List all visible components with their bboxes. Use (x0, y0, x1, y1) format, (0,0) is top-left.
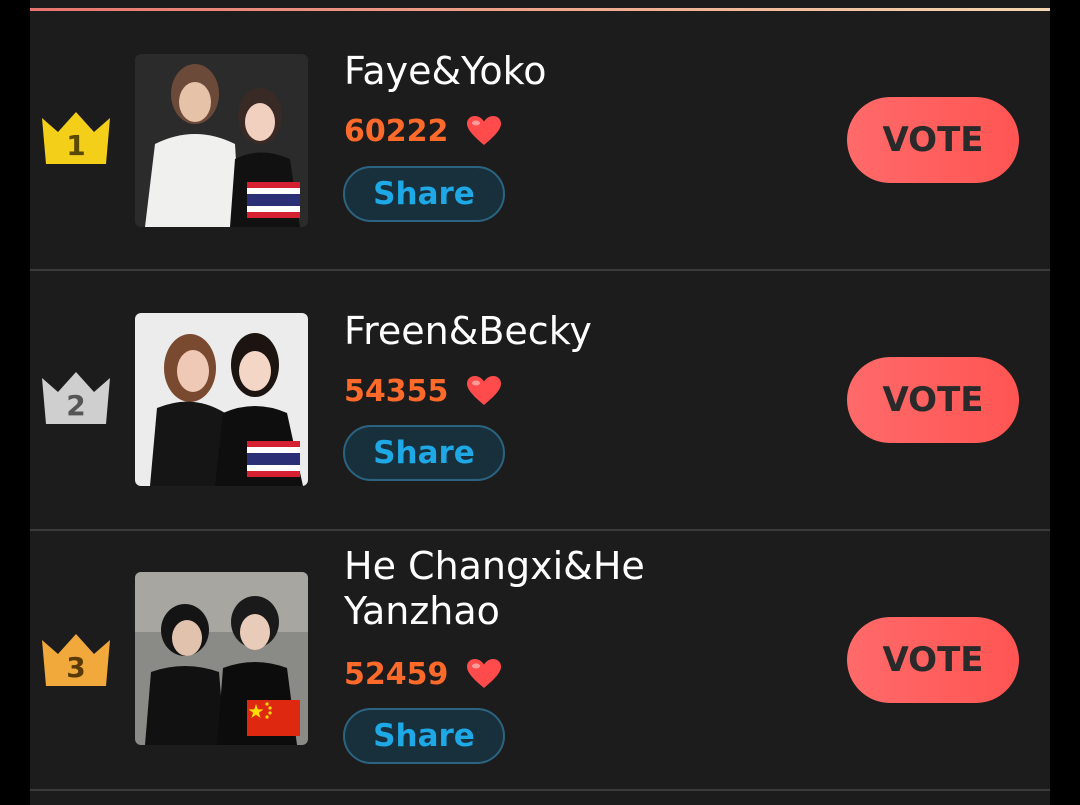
rank-number: 2 (66, 389, 85, 422)
share-button[interactable]: Share (343, 708, 505, 764)
entry-name: Faye&Yoko (344, 49, 547, 93)
rank-number: 1 (66, 129, 85, 162)
vote-button[interactable]: VOTE (847, 97, 1019, 183)
vote-count: 60222 (344, 113, 449, 149)
vote-count: 52459 (344, 656, 449, 692)
vote-count: 54355 (344, 373, 449, 409)
entry-name: Freen&Becky (344, 309, 592, 353)
share-button[interactable]: Share (343, 166, 505, 222)
thailand-flag-icon (247, 441, 300, 477)
avatar-photo[interactable] (135, 572, 308, 745)
heart-icon (466, 375, 502, 407)
china-flag-icon (247, 700, 300, 736)
vote-button[interactable]: VOTE (847, 617, 1019, 703)
entry-name: He Changxi&He Yanzhao (344, 544, 645, 633)
score-line: 60222 (344, 111, 502, 151)
leaderboard-row: 3 He Changxi&He Yanzhao 52459 Share VOTE (30, 531, 1050, 791)
thailand-flag-icon (247, 182, 300, 218)
heart-icon (466, 658, 502, 690)
heart-icon (466, 115, 502, 147)
share-button[interactable]: Share (343, 425, 505, 481)
avatar-photo[interactable] (135, 313, 308, 486)
score-line: 54355 (344, 371, 502, 411)
gold-crown-icon: 1 (38, 108, 114, 168)
leaderboard-row: 1 Faye&Yoko 60222 Share VOTE (30, 11, 1050, 271)
score-line: 52459 (344, 654, 502, 694)
leaderboard-row: 2 Freen&Becky 54355 Share VOTE (30, 271, 1050, 531)
rank-number: 3 (66, 651, 85, 684)
silver-crown-icon: 2 (38, 368, 114, 428)
bronze-crown-icon: 3 (38, 630, 114, 690)
avatar-photo[interactable] (135, 54, 308, 227)
vote-button[interactable]: VOTE (847, 357, 1019, 443)
